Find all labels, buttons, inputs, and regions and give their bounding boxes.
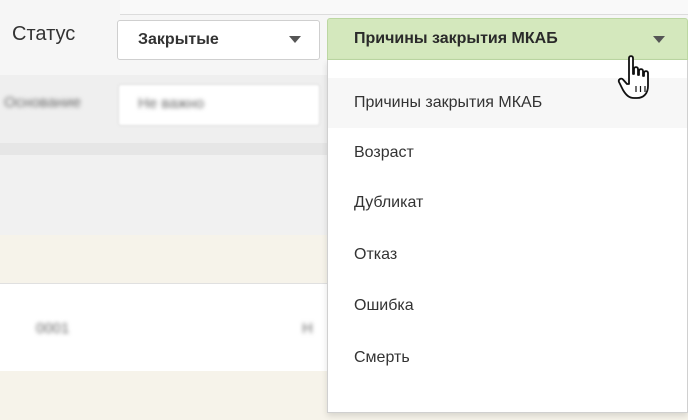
status-select-value: Закрытые [138,31,219,48]
status-select[interactable]: Закрытые [117,20,320,60]
table-cell: Н [302,320,313,337]
blurred-filter-label: Основание [4,94,81,111]
table-cell: 0001 [36,320,70,337]
status-filter-label: Статус [12,23,76,45]
chevron-down-icon [653,36,665,43]
chevron-down-icon [289,36,301,43]
dropdown-option-death[interactable]: Смерть [328,333,687,383]
dropdown-option-duplicate[interactable]: Дубликат [328,178,687,228]
hand-pointer-icon [617,55,649,99]
dropdown-option-refusal[interactable]: Отказ [328,230,687,280]
dropdown-option-error[interactable]: Ошибка [328,281,687,331]
blurred-filter-value: Не важно [138,95,205,112]
dropdown-option-age[interactable]: Возраст [328,128,687,178]
toolbar-top-strip [120,0,688,15]
closure-reason-select-value: Причины закрытия МКАБ [354,30,558,47]
closure-reason-dropdown-menu: Причины закрытия МКАБ Возраст Дубликат О… [327,60,688,413]
